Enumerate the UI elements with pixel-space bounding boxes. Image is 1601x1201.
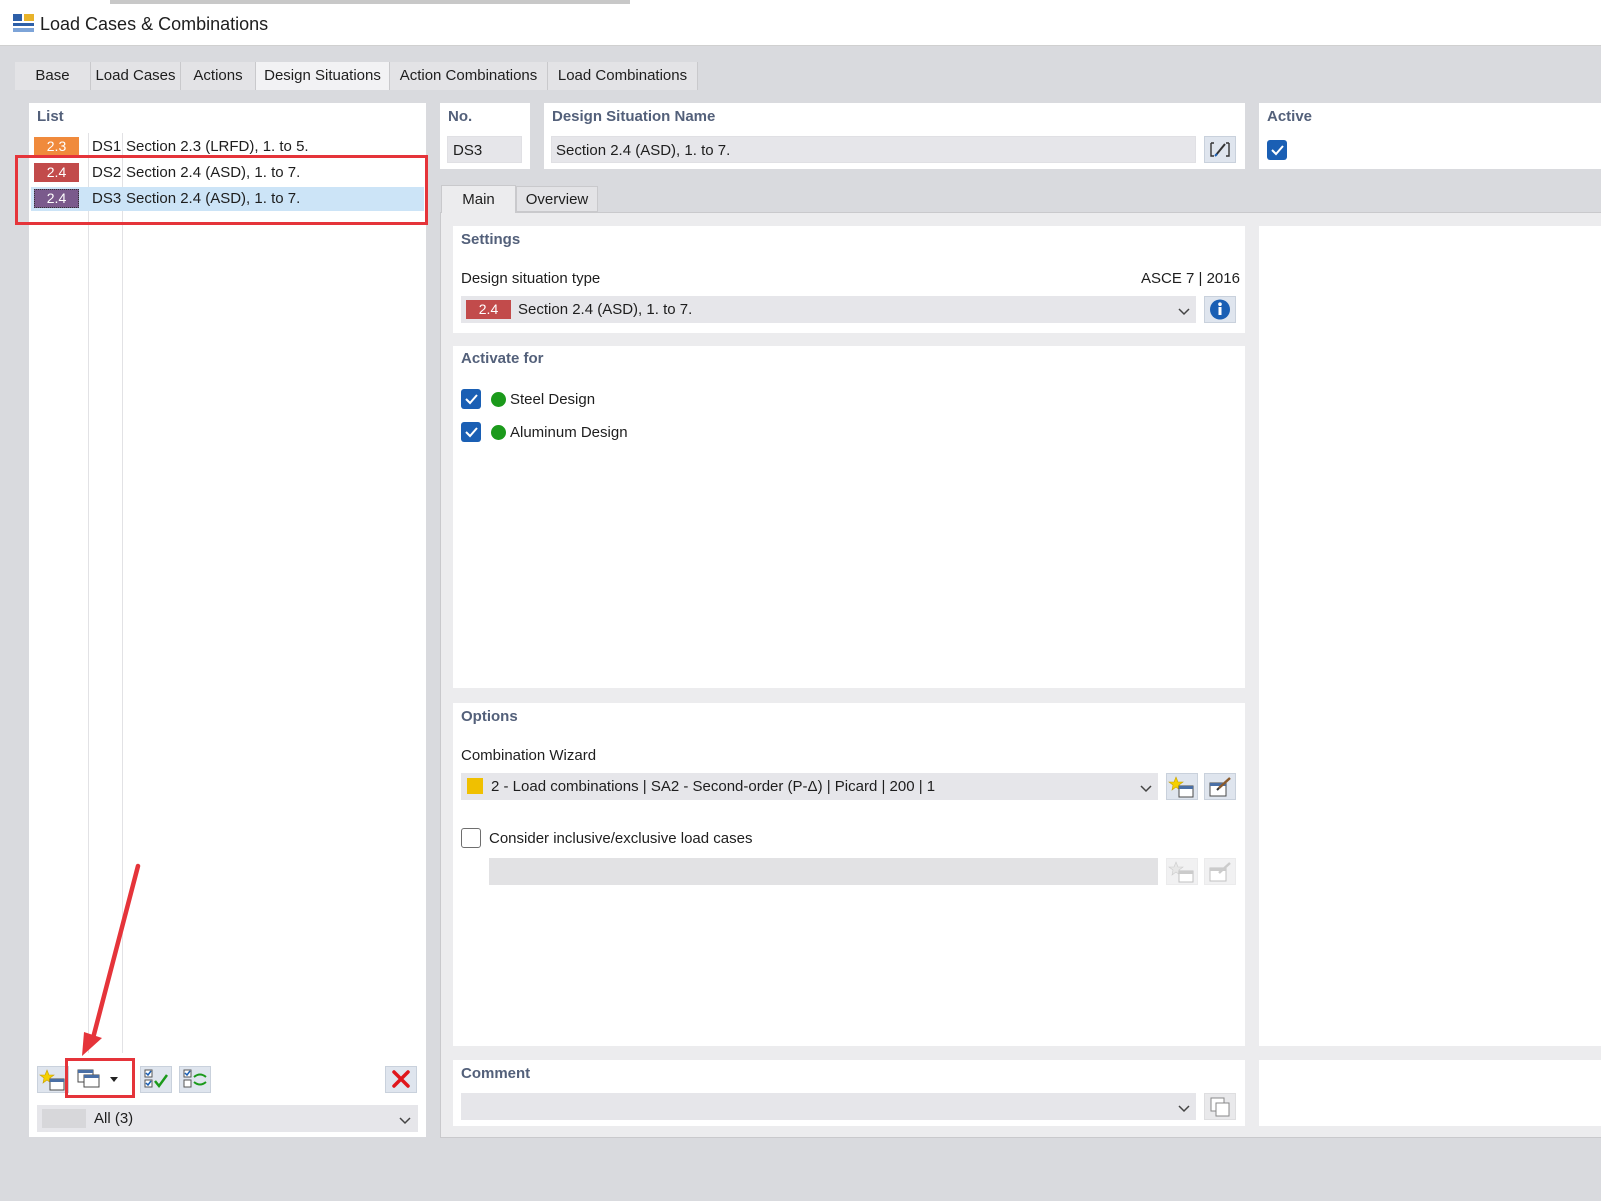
tab-base[interactable]: Base: [15, 62, 91, 90]
list-item-name: Section 2.3 (LRFD), 1. to 5.: [126, 138, 309, 155]
active-checkbox[interactable]: [1267, 140, 1287, 160]
aluminum-design-checkbox[interactable]: [461, 422, 481, 442]
name-field[interactable]: Section 2.4 (ASD), 1. to 7.: [551, 136, 1196, 163]
new-wizard-button[interactable]: [1166, 773, 1198, 800]
tab-action-combinations[interactable]: Action Combinations: [390, 62, 548, 90]
right-comment-panel: [1259, 1060, 1601, 1126]
chevron-down-icon: [1178, 1101, 1190, 1118]
type-badge: 2.3: [34, 137, 79, 156]
steel-design-checkbox[interactable]: [461, 389, 481, 409]
tab-main[interactable]: Main: [441, 185, 516, 213]
status-dot-icon: [491, 425, 506, 440]
comment-dropdown[interactable]: [461, 1093, 1196, 1120]
number-label: No.: [448, 108, 473, 125]
combination-wizard-dropdown[interactable]: 2 - Load combinations | SA2 - Second-ord…: [461, 773, 1158, 800]
comment-header: Comment: [461, 1065, 531, 1082]
info-button[interactable]: [1204, 296, 1236, 323]
number-field[interactable]: DS3: [447, 136, 522, 163]
steel-design-label: Steel Design: [510, 391, 596, 408]
design-situation-type-label: Design situation type: [461, 270, 601, 287]
edit-inclusive-button: [1204, 858, 1236, 885]
check-all-button[interactable]: [140, 1066, 172, 1093]
list-header: List: [37, 108, 64, 125]
new-inclusive-button: [1166, 858, 1198, 885]
chevron-down-icon: [399, 1113, 411, 1130]
inclusive-exclusive-label: Consider inclusive/exclusive load cases: [489, 830, 753, 847]
top-strip: [110, 0, 630, 4]
highlight-box: [65, 1058, 135, 1098]
list-item-id: DS1: [92, 138, 122, 155]
chevron-down-icon: [1178, 304, 1190, 321]
toggle-check-button[interactable]: [179, 1066, 211, 1093]
inclusive-exclusive-field: [489, 858, 1158, 885]
tab-design-situations[interactable]: Design Situations: [256, 62, 390, 90]
filter-value: All (3): [94, 1110, 134, 1127]
activate-for-header: Activate for: [461, 350, 544, 367]
settings-header: Settings: [461, 231, 521, 248]
filter-dropdown[interactable]: All (3): [37, 1105, 418, 1132]
tab-load-combinations[interactable]: Load Combinations: [548, 62, 698, 90]
window-title: Load Cases & Combinations: [40, 14, 269, 34]
standard-label: ASCE 7 | 2016: [1141, 270, 1240, 287]
chevron-down-icon: [1140, 781, 1152, 798]
filter-color-swatch: [42, 1109, 86, 1128]
copy-comment-button[interactable]: [1204, 1093, 1236, 1120]
combination-wizard-value: 2 - Load combinations | SA2 - Second-ord…: [491, 778, 936, 795]
annotation-arrow: [78, 862, 148, 1062]
right-panel: [1259, 226, 1601, 1046]
active-label: Active: [1267, 108, 1313, 125]
highlight-box: [15, 155, 428, 225]
number-value: DS3: [453, 142, 483, 159]
type-badge: 2.4: [466, 300, 511, 319]
aluminum-design-label: Aluminum Design: [510, 424, 628, 441]
delete-button[interactable]: [385, 1066, 417, 1093]
name-label: Design Situation Name: [552, 108, 716, 125]
tab-load-cases[interactable]: Load Cases: [91, 62, 181, 90]
tab-overview[interactable]: Overview: [516, 186, 598, 212]
status-dot-icon: [491, 392, 506, 407]
edit-wizard-button[interactable]: [1204, 773, 1236, 800]
color-swatch: [467, 778, 483, 794]
design-situation-type-dropdown[interactable]: 2.4 Section 2.4 (ASD), 1. to 7.: [461, 296, 1196, 323]
name-value: Section 2.4 (ASD), 1. to 7.: [556, 142, 731, 159]
combination-wizard-label: Combination Wizard: [461, 747, 597, 764]
options-header: Options: [461, 708, 518, 725]
design-situation-type-value: Section 2.4 (ASD), 1. to 7.: [518, 301, 693, 318]
app-icon: [12, 12, 36, 34]
inclusive-exclusive-checkbox[interactable]: [461, 828, 481, 848]
tab-actions[interactable]: Actions: [181, 62, 256, 90]
edit-name-button[interactable]: [1204, 136, 1236, 163]
